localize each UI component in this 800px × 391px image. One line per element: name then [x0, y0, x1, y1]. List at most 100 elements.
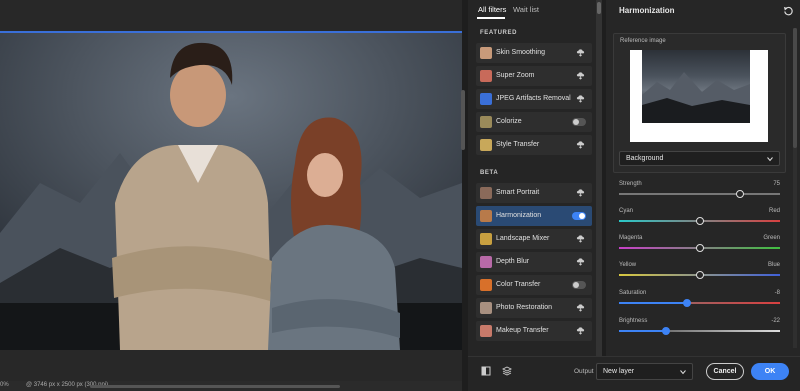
filter-thumbnail-icon	[480, 93, 492, 105]
tab-all-filters[interactable]: All filters	[478, 5, 506, 14]
filter-item-label: Harmonization	[496, 212, 542, 219]
cloud-download-icon[interactable]	[576, 303, 585, 312]
properties-scrollbar[interactable]	[793, 28, 797, 348]
slider-value: Blue	[767, 262, 780, 268]
filter-item-label: Landscape Mixer	[496, 235, 550, 242]
filter-thumbnail-icon	[480, 210, 492, 222]
toggle-knob	[579, 213, 585, 219]
reference-mountain-image	[642, 72, 750, 123]
slider-fill	[619, 302, 687, 304]
document-photo[interactable]	[0, 33, 462, 350]
filter-thumbnail-icon	[480, 116, 492, 128]
slider-value: Green	[763, 235, 780, 241]
slider-label: Magenta	[619, 235, 643, 241]
cloud-download-icon[interactable]	[576, 257, 585, 266]
filter-item-label: Photo Restoration	[496, 304, 553, 311]
section-header: BETA	[480, 170, 499, 176]
filter-item[interactable]: Style Transfer	[476, 135, 592, 155]
filter-item-label: Skin Smoothing	[496, 49, 546, 56]
slider-handle[interactable]	[695, 271, 704, 279]
filter-item[interactable]: Color Transfer	[476, 275, 592, 295]
filter-thumbnail-icon	[480, 70, 492, 82]
reference-dropdown[interactable]: Background	[619, 151, 780, 166]
zoom-level[interactable]: 0%	[0, 382, 9, 388]
filter-list-scrollbar[interactable]	[596, 0, 602, 356]
filter-toggle[interactable]	[572, 118, 586, 126]
layers-icon[interactable]	[502, 366, 512, 376]
filter-item[interactable]: Skin Smoothing	[476, 43, 592, 63]
slider-handle[interactable]	[682, 299, 691, 307]
filter-item[interactable]: Super Zoom	[476, 66, 592, 86]
filter-list-scroll-thumb[interactable]	[597, 2, 601, 14]
filter-item-label: Colorize	[496, 118, 522, 125]
cloud-download-icon[interactable]	[576, 71, 585, 80]
filter-thumbnail-icon	[480, 302, 492, 314]
slider-label: Saturation	[619, 290, 647, 296]
filter-tabs: All filters Wait list	[468, 0, 596, 22]
filter-toggle[interactable]	[572, 281, 586, 289]
reference-dropdown-value: Background	[626, 155, 664, 162]
cloud-download-icon[interactable]	[576, 188, 585, 197]
filter-item[interactable]: Colorize	[476, 112, 592, 132]
output-dropdown[interactable]: New layer	[596, 363, 693, 380]
filter-item[interactable]: Photo Restoration	[476, 298, 592, 318]
filter-thumbnail-icon	[480, 325, 492, 337]
chevron-down-icon	[767, 157, 773, 162]
reference-image-thumbnail[interactable]	[642, 50, 750, 123]
slider-value: -22	[771, 318, 780, 324]
slider-label: Strength	[619, 181, 642, 187]
filter-item-label: Style Transfer	[496, 141, 540, 148]
slider-label: Cyan	[619, 208, 634, 214]
cloud-download-icon[interactable]	[576, 94, 585, 103]
filter-item[interactable]: JPEG Artifacts Removal	[476, 89, 592, 109]
slider-handle[interactable]	[661, 327, 670, 335]
slider-track[interactable]	[619, 193, 780, 195]
tab-wait-list[interactable]: Wait list	[513, 5, 539, 14]
slider-handle[interactable]	[695, 244, 704, 252]
canvas-scrollbar[interactable]	[461, 90, 465, 150]
filter-item[interactable]: Smart Portrait	[476, 183, 592, 203]
output-label: Output	[574, 368, 594, 375]
active-tab-indicator	[477, 17, 505, 19]
reset-icon[interactable]	[783, 5, 794, 16]
filter-item[interactable]: Makeup Transfer	[476, 321, 592, 341]
section-header: FEATURED	[480, 30, 518, 36]
filter-item[interactable]: Harmonization	[476, 206, 592, 226]
slider-value: 75	[773, 181, 780, 187]
filter-thumbnail-icon	[480, 233, 492, 245]
slider-label: Yellow	[619, 262, 637, 268]
output-dropdown-value: New layer	[603, 368, 635, 375]
properties-scroll-thumb[interactable]	[793, 28, 797, 148]
ok-button[interactable]: OK	[751, 363, 789, 380]
cloud-download-icon[interactable]	[576, 48, 585, 57]
cancel-button[interactable]: Cancel	[706, 363, 744, 380]
slider-value: -8	[774, 290, 780, 296]
filter-item-label: JPEG Artifacts Removal	[496, 95, 571, 102]
cloud-download-icon[interactable]	[576, 140, 585, 149]
cloud-download-icon[interactable]	[576, 234, 585, 243]
chevron-down-icon	[680, 370, 686, 375]
filter-item-label: Smart Portrait	[496, 189, 540, 196]
filter-thumbnail-icon	[480, 279, 492, 291]
cloud-download-icon[interactable]	[576, 326, 585, 335]
filter-thumbnail-icon	[480, 47, 492, 59]
filter-item-label: Color Transfer	[496, 281, 541, 288]
toggle-knob	[573, 282, 579, 288]
slider-fill	[619, 330, 666, 332]
filter-toggle[interactable]	[572, 212, 586, 220]
filter-item-label: Depth Blur	[496, 258, 530, 265]
filter-thumbnail-icon	[480, 256, 492, 268]
filter-item-label: Makeup Transfer	[496, 327, 549, 334]
horizontal-scrollbar[interactable]	[90, 385, 340, 388]
filter-item[interactable]: Depth Blur	[476, 252, 592, 272]
slider-label: Brightness	[619, 318, 648, 324]
filter-thumbnail-icon	[480, 187, 492, 199]
filter-item-label: Super Zoom	[496, 72, 535, 79]
filter-item[interactable]: Landscape Mixer	[476, 229, 592, 249]
slider-handle[interactable]	[695, 217, 704, 225]
reference-image-label: Reference image	[620, 38, 666, 44]
filter-thumbnail-icon	[480, 139, 492, 151]
compare-view-icon[interactable]	[481, 366, 491, 376]
slider-handle[interactable]	[735, 190, 744, 198]
panel-title: Harmonization	[619, 6, 675, 15]
